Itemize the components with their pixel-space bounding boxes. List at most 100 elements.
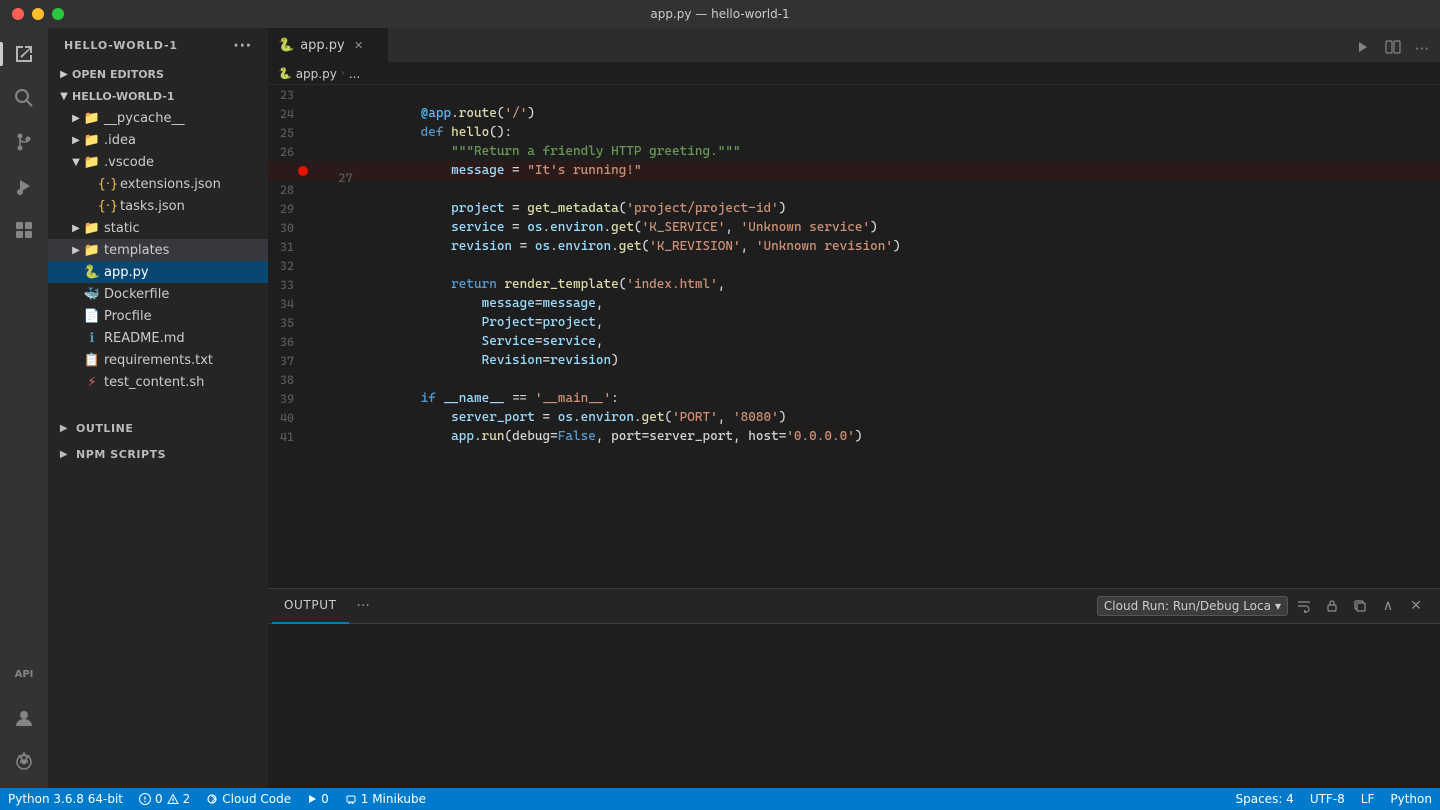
npm-scripts-label: NPM SCRIPTS (76, 448, 166, 461)
vscode-label: .vscode (104, 155, 268, 170)
line-ending-item[interactable]: LF (1353, 788, 1383, 810)
python-file-icon: 🐍 (84, 264, 100, 280)
minikube-label: 1 Minikube (361, 792, 426, 806)
tasks-json-label: tasks.json (120, 199, 268, 214)
account-activity-icon[interactable] (6, 700, 42, 736)
window-controls[interactable] (12, 8, 64, 20)
encoding-item[interactable]: UTF-8 (1302, 788, 1353, 810)
breakpoint-icon[interactable] (298, 166, 308, 176)
collapse-panel-button[interactable]: ∧ (1376, 594, 1400, 618)
json-icon-extensions: {·} (100, 176, 116, 192)
output-source-label: Cloud Run: Run/Debug Loca (1104, 599, 1271, 613)
outline-label: OUTLINE (76, 422, 133, 435)
line-num-38: 38 (268, 373, 310, 387)
breadcrumb-separator: › (341, 68, 345, 79)
close-button[interactable] (12, 8, 24, 20)
spaces-item[interactable]: Spaces: 4 (1228, 788, 1302, 810)
folder-icon-pycache: 📁 (84, 110, 100, 126)
code-line-31: 31 revision = os.environ.get('K_REVISION… (268, 237, 1440, 256)
breadcrumb: 🐍 app.py › ... (268, 63, 1440, 85)
line-num-32: 32 (268, 259, 310, 273)
pycache-folder[interactable]: ▶ 📁 __pycache__ (48, 107, 268, 129)
code-editor[interactable]: 23 24 @app.route('/') 25 def hello(): 26 (268, 85, 1440, 588)
folder-icon-templates: 📁 (84, 242, 100, 258)
tab-bar: 🐍 app.py ✕ ··· (268, 28, 1440, 63)
more-actions-button[interactable]: ··· (1412, 37, 1432, 61)
minikube-item[interactable]: 1 Minikube (337, 788, 434, 810)
requirements-label: requirements.txt (104, 353, 268, 368)
shell-icon: ⚡ (84, 374, 100, 390)
run-debug-item[interactable]: 0 (299, 788, 337, 810)
dockerfile-file[interactable]: ▶ 🐳 Dockerfile (48, 283, 268, 305)
panel-more-button[interactable]: ··· (349, 598, 378, 614)
chevron-right-icon-outline: ▶ (56, 420, 72, 436)
run-button[interactable] (1352, 36, 1374, 62)
line-num-33: 33 (268, 278, 310, 292)
search-activity-icon[interactable] (6, 80, 42, 116)
code-line-37: 37 Revision=revision) (268, 351, 1440, 370)
vscode-folder[interactable]: ▼ 📁 .vscode (48, 151, 268, 173)
python-version-label: Python 3.6.8 64-bit (8, 792, 123, 806)
outline-section[interactable]: ▶ OUTLINE (48, 417, 268, 439)
copy-output-button[interactable] (1348, 594, 1372, 618)
chevron-right-icon-npm: ▶ (56, 446, 72, 462)
explorer-activity-icon[interactable] (6, 36, 42, 72)
chevron-down-icon-vscode: ▼ (68, 154, 84, 170)
output-tab[interactable]: OUTPUT (272, 589, 349, 624)
templates-folder[interactable]: ▶ 📁 templates (48, 239, 268, 261)
readme-file[interactable]: ▶ ℹ README.md (48, 327, 268, 349)
close-panel-button[interactable]: ✕ (1404, 594, 1428, 618)
panel-content[interactable] (268, 624, 1440, 788)
pycache-label: __pycache__ (104, 111, 268, 126)
procfile-file[interactable]: ▶ 📄 Procfile (48, 305, 268, 327)
maximize-button[interactable] (52, 8, 64, 20)
extensions-json-file[interactable]: ▶ {·} extensions.json (48, 173, 268, 195)
minimize-button[interactable] (32, 8, 44, 20)
python-version-item[interactable]: Python 3.6.8 64-bit (0, 788, 131, 810)
tab-close-button[interactable]: ✕ (351, 37, 367, 53)
tab-filename: app.py (300, 38, 345, 53)
run-activity-icon[interactable] (6, 168, 42, 204)
idea-folder[interactable]: ▶ 📁 .idea (48, 129, 268, 151)
language-item[interactable]: Python (1382, 788, 1440, 810)
requirements-icon: 📋 (84, 352, 100, 368)
error-icon (139, 793, 151, 805)
open-editors-section[interactable]: ▶ OPEN EDITORS (48, 63, 268, 85)
status-bar: Python 3.6.8 64-bit 0 2 Cloud Code (0, 788, 1440, 810)
sidebar: HELLO-WORLD-1 ··· ▶ OPEN EDITORS ▼ HELLO… (48, 28, 268, 788)
npm-scripts-section[interactable]: ▶ NPM SCRIPTS (48, 443, 268, 465)
hello-world-root[interactable]: ▼ HELLO-WORLD-1 (48, 85, 268, 107)
extensions-activity-icon[interactable] (6, 212, 42, 248)
lock-button[interactable] (1320, 594, 1344, 618)
split-editor-button[interactable] (1382, 36, 1404, 62)
sidebar-header-icons[interactable]: ··· (233, 38, 252, 54)
editor-tab-app-py[interactable]: 🐍 app.py ✕ (268, 28, 388, 62)
line-num-25: 25 (268, 126, 310, 140)
line-num-24: 24 (268, 107, 310, 121)
idea-label: .idea (104, 133, 268, 148)
folder-icon-static: 📁 (84, 220, 100, 236)
procfile-label: Procfile (104, 309, 268, 324)
breadcrumb-rest[interactable]: ... (349, 67, 360, 81)
breadcrumb-filename[interactable]: app.py (296, 67, 337, 81)
sidebar-more-icon[interactable]: ··· (233, 38, 252, 54)
test-content-label: test_content.sh (104, 375, 268, 390)
chevron-down-icon: ▼ (56, 88, 72, 104)
output-source-dropdown[interactable]: Cloud Run: Run/Debug Loca ▾ (1097, 596, 1288, 616)
line-ending-label: LF (1361, 792, 1375, 806)
settings-activity-icon[interactable] (6, 744, 42, 780)
errors-item[interactable]: 0 2 (131, 788, 198, 810)
line-num-29: 29 (268, 202, 310, 216)
word-wrap-button[interactable] (1292, 594, 1316, 618)
cloud-run-item[interactable]: Cloud Code (198, 788, 299, 810)
open-editors-label: OPEN EDITORS (72, 68, 268, 81)
source-control-activity-icon[interactable] (6, 124, 42, 160)
app-py-file[interactable]: ▶ 🐍 app.py (48, 261, 268, 283)
static-folder[interactable]: ▶ 📁 static (48, 217, 268, 239)
tasks-json-file[interactable]: ▶ {·} tasks.json (48, 195, 268, 217)
cloud-run-sync-icon (206, 793, 218, 805)
requirements-file[interactable]: ▶ 📋 requirements.txt (48, 349, 268, 371)
line-num-41: 41 (268, 430, 310, 444)
api-activity-icon[interactable]: API (6, 656, 42, 692)
test-content-file[interactable]: ▶ ⚡ test_content.sh (48, 371, 268, 393)
